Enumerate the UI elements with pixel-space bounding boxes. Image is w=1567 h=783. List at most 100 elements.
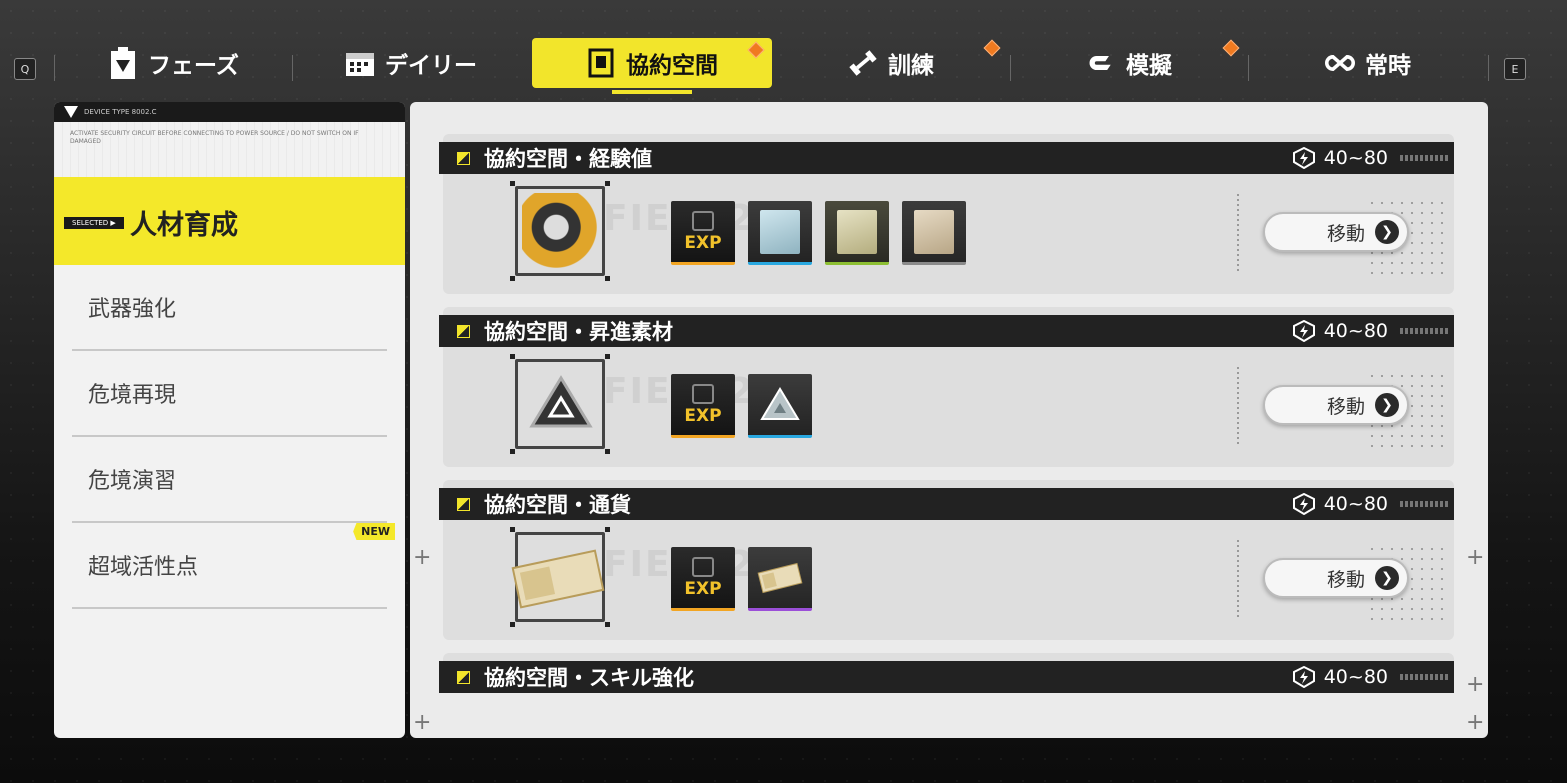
header-mark-icon	[457, 151, 470, 165]
tab-simulation[interactable]: 模擬	[1086, 38, 1172, 88]
sidebar-item-selected[interactable]: SELECTED ▶ 人材育成	[54, 177, 405, 265]
notification-badge	[983, 39, 1001, 57]
reward-ascension-material[interactable]	[748, 374, 812, 438]
header-stripes	[1400, 674, 1448, 680]
simulation-icon	[1086, 48, 1116, 78]
card-title: 協約空間・昇進素材	[484, 320, 673, 344]
exp-icon	[692, 556, 714, 577]
prev-tab-key[interactable]: Q	[14, 58, 36, 80]
go-button[interactable]: 移動 ❯	[1263, 212, 1409, 252]
calendar-icon	[345, 48, 375, 78]
stage-card-skill: 協約空間・スキル強化 40~80	[439, 653, 1454, 693]
dumbbell-icon	[848, 48, 878, 78]
divider	[54, 55, 55, 81]
prism-icon	[760, 386, 800, 420]
sidebar-item-weapon[interactable]: 武器強化	[72, 265, 387, 351]
main-reward-frame	[510, 181, 610, 281]
stage-list-panel: 協約空間・経験値 40~80 FIEL -21 EXP 移動 ❯ 協約空間・昇進…	[410, 102, 1488, 738]
frame-corner	[510, 276, 515, 281]
level-text: 40~80	[1323, 666, 1388, 688]
exp-record-icon	[760, 209, 800, 254]
level-text: 40~80	[1323, 320, 1388, 342]
header-mark-icon	[457, 670, 470, 684]
card-title: 協約空間・スキル強化	[484, 666, 694, 690]
main-reward-frame	[510, 354, 610, 454]
sidebar-item-crisis-replay[interactable]: 危境再現	[72, 351, 387, 437]
reward-exp-record-green[interactable]	[825, 201, 889, 265]
frame-corner	[510, 622, 515, 627]
exp-icon	[692, 383, 714, 404]
divider	[1488, 55, 1489, 81]
level-range: 40~80	[1292, 666, 1388, 688]
tab-label: デイリー	[385, 53, 477, 79]
exp-device-item-icon	[522, 193, 598, 269]
crosshair-decoration: +	[413, 545, 432, 570]
reward-exp[interactable]: EXP	[671, 374, 735, 438]
reward-exp-record-blue[interactable]	[748, 201, 812, 265]
frame-corner	[605, 527, 610, 532]
level-range: 40~80	[1292, 147, 1388, 169]
stage-card-ascension: 協約空間・昇進素材 40~80 FIEL -21 EXP 移動 ❯	[439, 307, 1454, 467]
infinity-icon	[1325, 48, 1355, 78]
crosshair-decoration: +	[1466, 672, 1485, 697]
reward-exp-record-grey[interactable]	[902, 201, 966, 265]
card-header: 協約空間・経験値 40~80	[439, 142, 1454, 174]
category-sidebar: DEVICE TYPE 8002.C ACTIVATE SECURITY CIR…	[54, 102, 405, 738]
chevron-right-icon: ❯	[1375, 220, 1399, 244]
divider	[1248, 55, 1249, 81]
frame-corner	[510, 354, 515, 359]
device-label: DEVICE TYPE 8002.C	[84, 108, 157, 116]
frame-corner	[605, 449, 610, 454]
header-mark-icon	[457, 324, 470, 338]
header-stripes	[1400, 155, 1448, 161]
frame-corner	[510, 181, 515, 186]
currency-icon	[757, 562, 803, 593]
tab-contract-space[interactable]: 協約空間	[532, 38, 772, 94]
reward-label: EXP	[684, 578, 722, 599]
active-underline	[612, 90, 692, 94]
ruler-divider	[1237, 540, 1239, 620]
portal-icon	[586, 48, 616, 78]
card-header: 協約空間・通貨 40~80	[439, 488, 1454, 520]
crosshair-decoration: +	[1466, 545, 1485, 570]
level-icon	[1292, 493, 1315, 515]
ruler-divider	[1237, 194, 1239, 274]
sidebar-item-hyperdomain[interactable]: 超域活性点 NEW	[72, 523, 395, 609]
go-button-label: 移動	[1326, 395, 1365, 418]
tab-phase[interactable]: フェーズ	[108, 38, 239, 88]
fine-print: ACTIVATE SECURITY CIRCUIT BEFORE CONNECT…	[54, 122, 405, 177]
tab-label: 模擬	[1126, 53, 1172, 79]
sidebar-item-crisis-drill[interactable]: 危境演習	[72, 437, 387, 523]
frame-corner	[510, 527, 515, 532]
header-stripes	[1400, 501, 1448, 507]
notification-badge	[1222, 39, 1240, 57]
sidebar-item-label: 超域活性点	[88, 555, 199, 580]
tab-daily[interactable]: デイリー	[345, 38, 477, 88]
tab-label: フェーズ	[148, 53, 239, 79]
tab-label: 常時	[1365, 53, 1411, 79]
reward-exp[interactable]: EXP	[671, 547, 735, 611]
go-button-label: 移動	[1326, 568, 1365, 591]
reward-currency[interactable]	[748, 547, 812, 611]
tab-permanent[interactable]: 常時	[1325, 38, 1411, 88]
level-icon	[1292, 320, 1315, 342]
tab-training[interactable]: 訓練	[848, 38, 934, 88]
level-range: 40~80	[1292, 320, 1388, 342]
go-button[interactable]: 移動 ❯	[1263, 385, 1409, 425]
reward-label: EXP	[684, 232, 722, 253]
stage-card-exp: 協約空間・経験値 40~80 FIEL -21 EXP 移動 ❯	[439, 134, 1454, 294]
chevron-right-icon: ❯	[1375, 566, 1399, 590]
tab-label: 訓練	[888, 53, 934, 79]
new-badge: NEW	[353, 523, 395, 540]
card-header: 協約空間・スキル強化 40~80	[439, 661, 1454, 693]
card-header: 協約空間・昇進素材 40~80	[439, 315, 1454, 347]
divider	[292, 55, 293, 81]
exp-icon	[692, 210, 714, 231]
next-tab-key[interactable]: E	[1504, 58, 1526, 80]
go-button[interactable]: 移動 ❯	[1263, 558, 1409, 598]
level-icon	[1292, 666, 1315, 688]
frame-corner	[510, 449, 515, 454]
reward-exp[interactable]: EXP	[671, 201, 735, 265]
header-mark-icon	[457, 497, 470, 511]
stage-card-currency: 協約空間・通貨 40~80 FIEL -21 EXP 移動 ❯	[439, 480, 1454, 640]
